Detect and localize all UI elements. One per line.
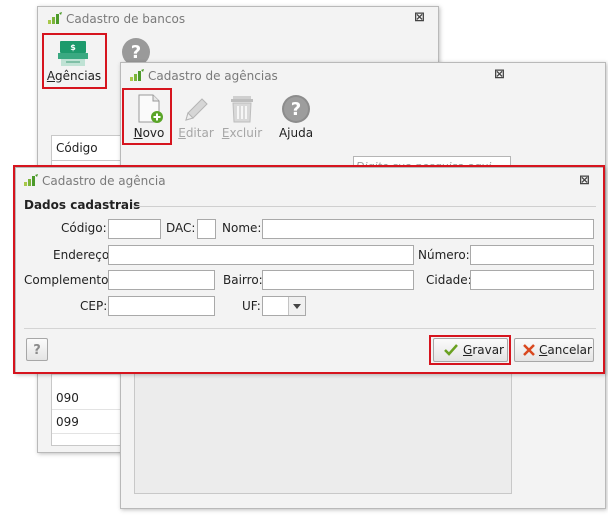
agencias-close-icon[interactable]: ⊠ <box>494 68 505 82</box>
table-row[interactable]: 099 <box>52 410 127 434</box>
agencias-grid <box>134 363 512 494</box>
grid-header-codigo[interactable]: Código <box>52 136 127 161</box>
pencil-icon <box>185 98 208 121</box>
agencias-titlebar[interactable]: Cadastro de agências ⊠ <box>121 63 605 87</box>
editar-label: Editar <box>178 126 214 140</box>
bancos-title: Cadastro de bancos <box>66 12 186 26</box>
help-icon: ? <box>282 95 310 123</box>
app-logo-icon <box>48 12 62 24</box>
agencias-highlight <box>42 33 107 89</box>
agencia-dialog-highlight <box>13 165 605 374</box>
bancos-close-icon[interactable]: ⊠ <box>414 11 425 25</box>
novo-highlight <box>122 88 172 145</box>
trash-icon <box>231 96 253 123</box>
svg-text:?: ? <box>131 42 141 63</box>
editar-button[interactable]: Editar <box>174 91 218 143</box>
excluir-label: Excluir <box>221 126 263 140</box>
agencias-title: Cadastro de agências <box>148 69 278 83</box>
ajuda-label: Ajuda <box>278 126 314 140</box>
svg-text:?: ? <box>291 99 301 120</box>
bancos-titlebar[interactable]: Cadastro de bancos ⊠ <box>38 7 438 31</box>
app-logo-icon <box>130 69 144 81</box>
excluir-button[interactable]: Excluir <box>219 91 265 143</box>
ajuda-button[interactable]: ? Ajuda <box>273 91 319 143</box>
table-row[interactable]: 090 <box>52 386 127 410</box>
